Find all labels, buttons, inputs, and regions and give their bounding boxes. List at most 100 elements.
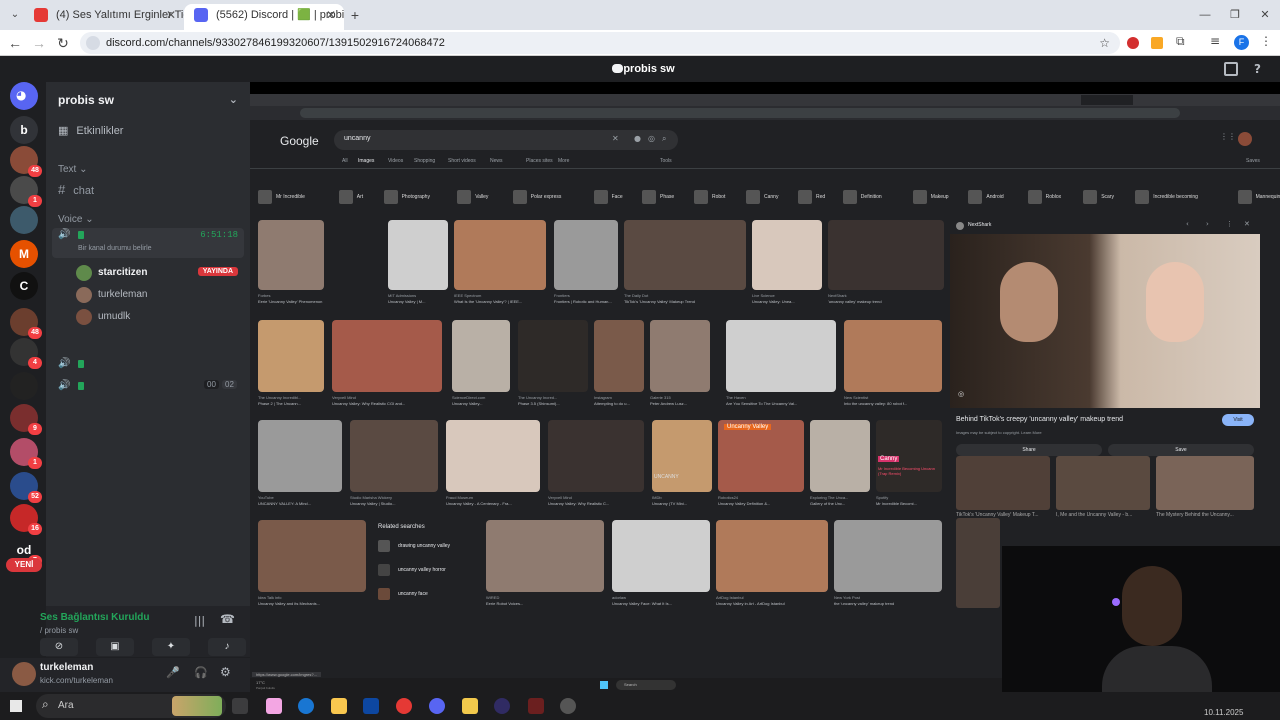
server-icon[interactable]: 52 [10,472,42,503]
image-result[interactable] [650,320,710,392]
chevron-right-icon[interactable]: › [1206,220,1209,228]
inbox-icon[interactable] [1224,62,1238,76]
browser-tab-0[interactable]: (4) Ses Yalıtımı Erginler Ticaret ✕ [24,4,184,30]
result-title[interactable]: Phase 2 | The Uncann... [258,401,324,406]
image-result[interactable] [452,320,510,392]
filter-chip[interactable]: Mr Incredible [258,190,305,204]
visit-button[interactable]: Visit [1222,414,1254,426]
headphones-icon[interactable]: 🎧 [194,666,208,679]
result-title[interactable]: Uncanny Valley and its Mechanis... [258,601,366,606]
result-source[interactable]: YouTube [258,495,342,500]
result-source[interactable]: MIT Admissions [388,293,448,298]
related-item[interactable]: drawing uncanny valley [378,540,478,554]
image-result[interactable] [726,320,836,392]
server-icon[interactable] [10,372,38,400]
reload-icon[interactable]: ↻ [54,34,72,52]
result-source[interactable]: Frontiers [554,293,618,298]
image-result[interactable] [810,420,870,492]
result-source[interactable]: New Scientist [844,395,942,400]
disconnect-icon[interactable]: ☎ [220,612,235,626]
result-title[interactable]: Uncanny Valley: Unea... [752,299,822,304]
avatar[interactable] [1238,132,1252,146]
minimize-button[interactable]: — [1196,6,1214,24]
menu-icon[interactable]: ⋮ [1260,34,1272,48]
filter-chip[interactable]: Incredible becoming [1135,190,1198,204]
filter-chip[interactable]: Valley [457,190,488,204]
url-input[interactable]: discord.com/channels/933027846199320607/… [80,32,1120,54]
voice-member[interactable]: turkeleman [76,286,240,304]
discord-icon[interactable] [429,698,445,714]
related-image[interactable] [1056,456,1150,510]
close-window-button[interactable]: ✕ [1256,6,1274,24]
maximize-button[interactable]: ❐ [1226,6,1244,24]
image-result[interactable] [624,220,746,290]
filter-chip[interactable]: Face [593,190,623,204]
preview-source[interactable]: NextShark [968,222,991,228]
server-icon[interactable]: 1 [10,438,42,469]
result-source[interactable]: IMDb [652,495,712,500]
screen-share-icon[interactable]: ▣ [96,638,134,656]
result-title[interactable]: Uncanny Valley in Art - ArtDog Istanbul [716,601,828,606]
image-result[interactable] [752,220,822,290]
apps-icon[interactable]: ⋮⋮ [1220,132,1236,141]
filter-chip[interactable]: Makeup [912,190,949,204]
search-icon[interactable]: ⌕ [662,134,666,144]
task-view-icon[interactable] [232,698,248,714]
result-source[interactable]: Veryvell Mind [548,495,644,500]
result-title[interactable]: Peter Andrew Lusz... [650,401,710,406]
clear-icon[interactable]: ✕ [612,134,619,143]
search-tab[interactable]: Short videos [448,158,476,164]
server-icon[interactable]: 9 [10,404,42,435]
image-result[interactable] [828,220,944,290]
result-source[interactable]: The Uncanny Incred... [518,395,588,400]
result-title[interactable]: UNCANNY VALLEY: A Mind... [258,501,342,506]
channel-chat[interactable]: # chat [58,182,94,197]
image-result[interactable] [718,420,804,492]
app-icon[interactable] [462,698,478,714]
result-source[interactable]: The Uncanny Incredibl... [258,395,324,400]
voice-channel-2[interactable]: 🔊 [58,358,84,369]
result-title[interactable]: Uncanny Valley Definition &... [718,501,804,506]
result-title[interactable]: Eerie 'Uncanny Valley' Phenomenon [258,299,324,304]
filter-chip[interactable]: Android [968,190,1004,204]
result-title[interactable]: the 'uncanny valley' makeup trend [834,601,942,606]
server-icon[interactable]: b [10,116,38,144]
voice-channel-3[interactable]: 🔊 00 02 [58,380,238,391]
result-title[interactable]: Uncanny Valley - A Centenary - Fra... [446,501,540,506]
events-item[interactable]: ▦ Etkinlikler [58,124,123,137]
result-source[interactable]: New York Post [834,595,942,600]
filter-chip[interactable]: Art [338,190,363,204]
server-icon[interactable]: 48 [10,146,42,177]
settings-icon[interactable] [560,698,576,714]
category-text[interactable]: Text ⌄ [58,164,88,175]
related-item[interactable]: uncanny valley horror [378,564,478,578]
forward-icon[interactable]: → [30,34,48,52]
camera-off-icon[interactable]: ⊘ [40,638,78,656]
filter-chip[interactable]: Photography [383,190,430,204]
image-result[interactable] [548,420,644,492]
server-icon[interactable] [10,206,38,234]
filter-chip[interactable]: Red [798,190,825,204]
edge-icon[interactable] [298,698,314,714]
image-result[interactable] [554,220,618,290]
server-icon[interactable]: 4 [10,338,42,369]
lens-icon[interactable]: ◎ [648,134,655,143]
result-title[interactable]: Uncanny Valley | M... [388,299,448,304]
image-result[interactable] [612,520,710,592]
preview-image[interactable]: ◎ [950,234,1260,408]
search-box[interactable]: uncanny ✕ ● ◎ ⌕ [334,130,678,150]
result-title[interactable]: Gallery of the Unc... [810,501,870,506]
close-tab-icon[interactable]: ✕ [326,4,336,26]
copilot-icon[interactable] [266,698,282,714]
result-source[interactable]: IEEE Spectrum [454,293,546,298]
chevron-down-icon[interactable]: ⌄ [229,88,238,112]
result-source[interactable]: ArtDog Istanbul [716,595,828,600]
active-voice-channel[interactable]: 🔊 6:51:18 Bir kanal durumu belirle [52,228,244,258]
extension-icon[interactable] [1127,37,1139,49]
search-tab[interactable]: More [558,158,569,164]
image-result[interactable] [454,220,546,290]
discord-home-icon[interactable]: ◕ [10,82,38,110]
bookmark-star-icon[interactable]: ☆ [1099,32,1110,54]
search-tab[interactable]: All [342,158,348,164]
result-title[interactable]: Phase 3.5 (Shinsumi)... [518,401,588,406]
